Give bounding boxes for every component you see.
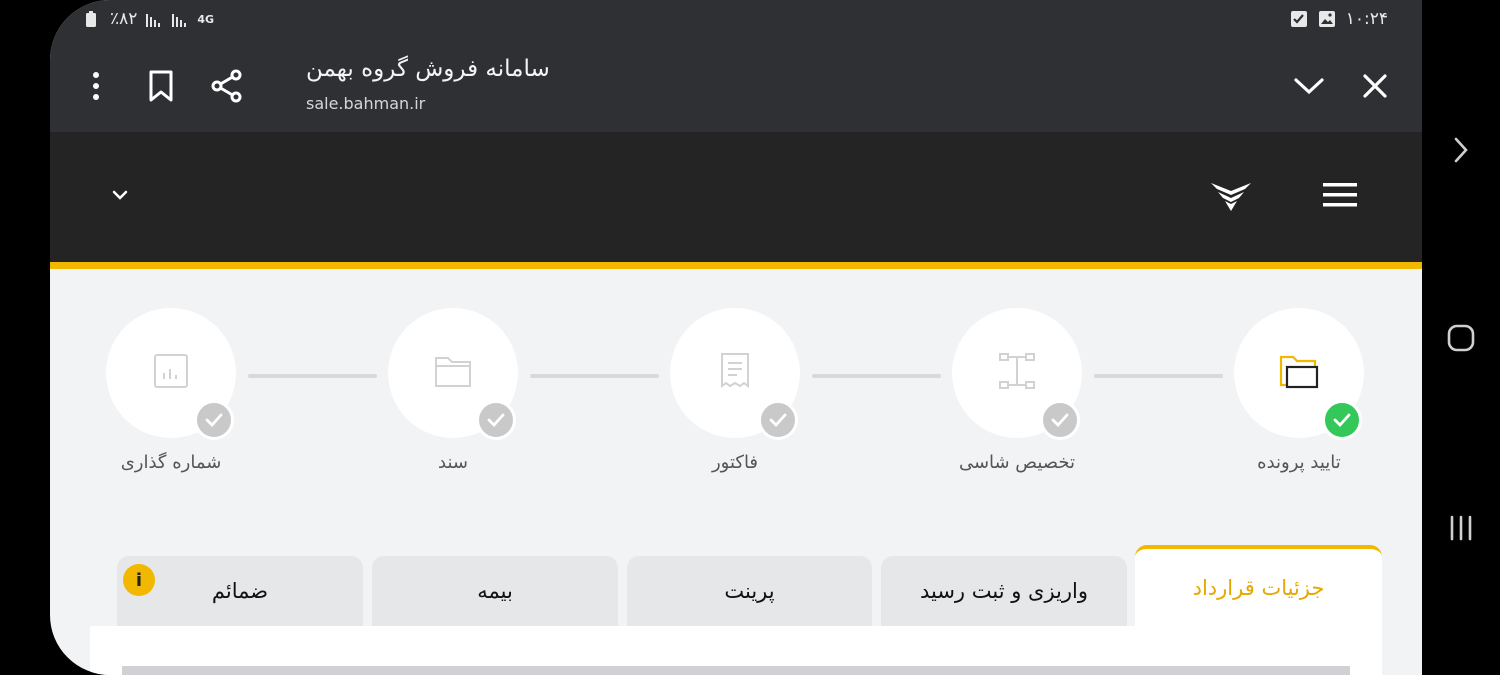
step-circle <box>1234 308 1364 440</box>
step-document[interactable]: سند <box>388 308 518 473</box>
status-left: ٪۸۲ 4G <box>84 9 214 29</box>
site-header <box>50 132 1422 269</box>
step-circle <box>670 308 800 440</box>
tab-payments[interactable]: واریزی و ثبت رسید <box>881 556 1127 626</box>
tab-label: جزئیات قرارداد <box>1192 575 1325 600</box>
check-icon <box>1040 400 1080 440</box>
tab-label: بیمه <box>477 579 513 603</box>
chevron-down-icon[interactable] <box>100 178 140 212</box>
step-circle <box>388 308 518 440</box>
chevron-right-icon[interactable] <box>1422 130 1500 170</box>
bahman-logo-icon[interactable] <box>1206 174 1256 216</box>
step-connector <box>812 374 941 378</box>
step-invoice[interactable]: فاکتور <box>670 308 800 473</box>
progress-steps: شماره گذاری سند فاکتور تخصیص شاسی تایید … <box>50 300 1422 500</box>
close-icon[interactable] <box>1355 66 1395 106</box>
battery-icon <box>84 10 102 28</box>
page-url[interactable]: sale.bahman.ir <box>306 94 425 113</box>
step-connector <box>530 374 659 378</box>
tab-label: ضمائم <box>211 579 269 603</box>
content-header-bar <box>122 666 1350 675</box>
folder-icon <box>1279 353 1319 393</box>
signal-icon <box>145 10 163 28</box>
status-right: ۱۰:۲۴ <box>1290 9 1388 29</box>
contract-tabs: ضمائم i بیمه پرینت واریزی و ثبت رسید جزئ… <box>50 545 1422 626</box>
chart-icon <box>153 353 189 393</box>
bookmark-icon[interactable] <box>141 66 181 106</box>
chassis-icon <box>997 351 1037 395</box>
check-icon <box>758 400 798 440</box>
tab-content-panel <box>90 626 1382 675</box>
system-navigation-bar <box>1422 0 1500 675</box>
tab-attachments[interactable]: ضمائم i <box>117 556 363 626</box>
check-icon <box>1322 400 1362 440</box>
step-connector <box>248 374 377 378</box>
step-numbering[interactable]: شماره گذاری <box>106 308 236 473</box>
step-label: تخصیص شاسی <box>958 452 1076 473</box>
step-label: فاکتور <box>711 452 759 473</box>
step-connector <box>1094 374 1223 378</box>
signal-icon-2 <box>171 10 189 28</box>
image-notification-icon <box>1318 10 1336 28</box>
recent-apps-icon[interactable] <box>1422 510 1500 546</box>
chevron-down-icon[interactable] <box>1289 66 1329 106</box>
tab-insurance[interactable]: بیمه <box>372 556 618 626</box>
step-label: سند <box>438 452 468 473</box>
more-vert-icon[interactable] <box>76 66 116 106</box>
battery-level: ٪۸۲ <box>110 9 138 29</box>
status-bar: ٪۸۲ 4G ۱۰:۲۴ <box>50 0 1422 40</box>
step-label: شماره گذاری <box>120 452 222 473</box>
check-icon <box>476 400 516 440</box>
step-file-approval[interactable]: تایید پرونده <box>1234 308 1364 473</box>
home-icon[interactable] <box>1422 318 1500 358</box>
folder-icon <box>434 354 472 392</box>
page-title: سامانه فروش گروه بهمن <box>306 56 550 82</box>
share-icon[interactable] <box>207 66 247 106</box>
browser-toolbar: سامانه فروش گروه بهمن sale.bahman.ir <box>50 40 1422 133</box>
tab-label: واریزی و ثبت رسید <box>919 579 1089 603</box>
tab-print[interactable]: پرینت <box>627 556 872 626</box>
check-icon <box>194 400 234 440</box>
phone-screen: ٪۸۲ 4G ۱۰:۲۴ سامانه فروش گروه بهمن sale.… <box>50 0 1422 675</box>
step-circle <box>952 308 1082 440</box>
step-label: تایید پرونده <box>1257 452 1341 473</box>
tab-label: پرینت <box>724 579 775 603</box>
clock: ۱۰:۲۴ <box>1345 9 1388 29</box>
receipt-icon <box>719 352 751 394</box>
network-type: 4G <box>197 12 215 26</box>
checkbox-notification-icon <box>1290 10 1308 28</box>
hamburger-menu-icon[interactable] <box>1316 176 1364 214</box>
step-chassis[interactable]: تخصیص شاسی <box>952 308 1082 473</box>
info-icon: i <box>123 564 155 596</box>
step-circle <box>106 308 236 440</box>
tab-contract-details[interactable]: جزئیات قرارداد <box>1135 545 1382 626</box>
